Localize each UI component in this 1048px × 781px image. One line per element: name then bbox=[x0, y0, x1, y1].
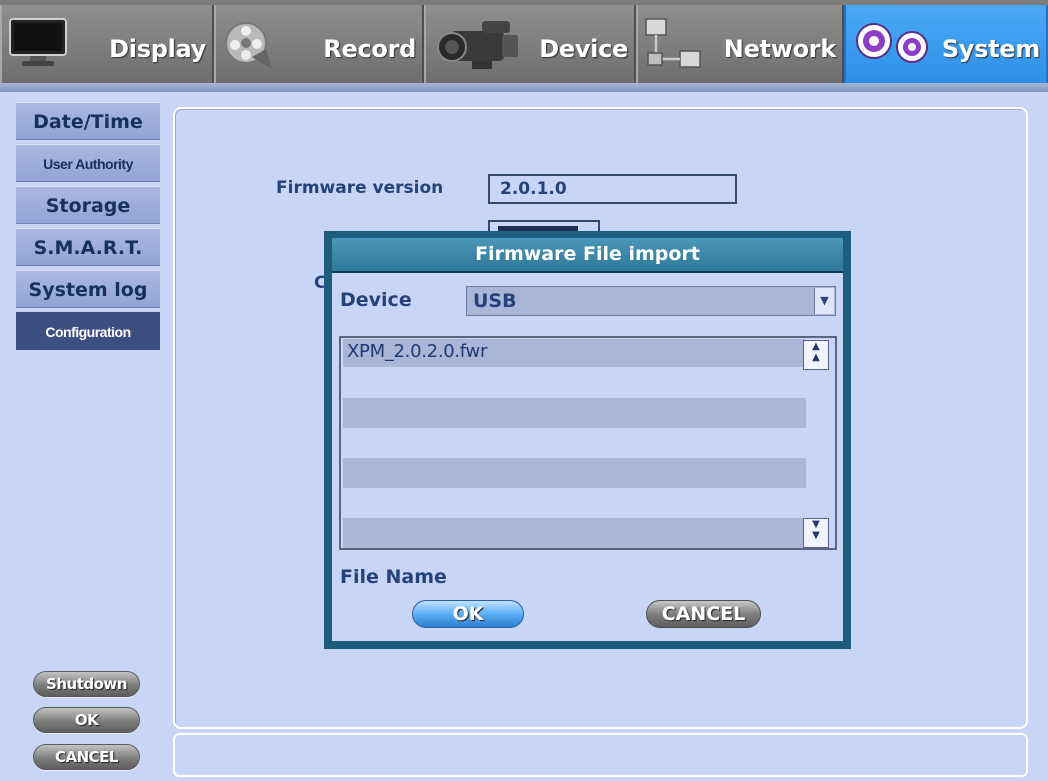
sidebar-item-user-authority[interactable]: User Authority bbox=[16, 144, 160, 182]
status-bar bbox=[173, 733, 1028, 777]
tab-display-label: Display bbox=[109, 35, 206, 63]
firmware-import-dialog: Firmware File import Device USB ▼ XPM_2.… bbox=[324, 231, 851, 649]
scroll-up-button[interactable]: ▲ ▲ bbox=[803, 340, 829, 370]
tab-device[interactable]: Device bbox=[424, 5, 636, 83]
file-list[interactable]: XPM_2.0.2.0.fwr ▲ ▲ ▼ ▼ bbox=[339, 336, 837, 550]
sidebar-item-storage[interactable]: Storage bbox=[16, 186, 160, 224]
sidebar-item-date-time[interactable]: Date/Time bbox=[16, 102, 160, 140]
film-reel-icon bbox=[222, 17, 276, 77]
dialog-title: Firmware File import bbox=[332, 238, 843, 273]
sidebar-item-configuration[interactable]: Configuration bbox=[16, 312, 160, 350]
tab-system[interactable]: System bbox=[844, 5, 1048, 83]
file-name-label: File Name bbox=[340, 566, 447, 588]
tab-system-label: System bbox=[941, 35, 1040, 63]
device-select-value: USB bbox=[473, 290, 517, 312]
sidebar-item-label: Storage bbox=[45, 195, 131, 217]
list-item[interactable] bbox=[343, 518, 806, 548]
tab-network-label: Network bbox=[723, 35, 837, 63]
sidebar-item-system-log[interactable]: System log bbox=[16, 270, 160, 308]
monitor-icon bbox=[8, 17, 68, 73]
list-item[interactable] bbox=[343, 458, 806, 488]
scroll-down-button[interactable]: ▼ ▼ bbox=[803, 518, 829, 548]
gears-icon bbox=[852, 19, 934, 71]
sidebar-item-label: System log bbox=[28, 279, 148, 301]
chevron-down-icon[interactable]: ▼ bbox=[814, 288, 834, 314]
list-item[interactable] bbox=[343, 398, 806, 428]
dialog-body: Device USB ▼ XPM_2.0.2.0.fwr ▲ ▲ ▼ ▼ Fil… bbox=[332, 273, 843, 641]
arrow-down-icon: ▼ bbox=[812, 519, 820, 530]
top-tab-bar: Display Record Device Network System bbox=[0, 0, 1048, 92]
tab-record-label: Record bbox=[323, 35, 416, 63]
tab-device-label: Device bbox=[539, 35, 628, 63]
sidebar-item-label: Date/Time bbox=[33, 111, 143, 133]
ok-button[interactable]: OK bbox=[33, 707, 140, 733]
sidebar-item-label: User Authority bbox=[43, 156, 133, 172]
network-icon bbox=[644, 17, 704, 79]
device-label: Device bbox=[340, 289, 412, 311]
sidebar-item-label: Configuration bbox=[45, 324, 131, 340]
firmware-version-field: 2.0.1.0 bbox=[488, 174, 737, 204]
page-up-icon: ▲ bbox=[812, 341, 820, 352]
sidebar-item-label: S.M.A.R.T. bbox=[33, 237, 143, 259]
firmware-version-label: Firmware version bbox=[276, 178, 444, 198]
shutdown-button[interactable]: Shutdown bbox=[33, 671, 140, 697]
camcorder-icon bbox=[432, 17, 522, 79]
file-name: XPM_2.0.2.0.fwr bbox=[347, 341, 488, 362]
tab-network[interactable]: Network bbox=[636, 5, 844, 83]
page-down-icon: ▼ bbox=[812, 530, 820, 541]
tab-bar-underline bbox=[0, 83, 1048, 92]
tab-display[interactable]: Display bbox=[0, 5, 214, 83]
arrow-up-icon: ▲ bbox=[812, 352, 820, 363]
sidebar-item-smart[interactable]: S.M.A.R.T. bbox=[16, 228, 160, 266]
tab-record[interactable]: Record bbox=[214, 5, 424, 83]
list-item[interactable]: XPM_2.0.2.0.fwr bbox=[343, 339, 806, 367]
device-select[interactable]: USB ▼ bbox=[466, 286, 836, 316]
cancel-button[interactable]: CANCEL bbox=[33, 744, 140, 770]
dialog-ok-button[interactable]: OK bbox=[412, 600, 524, 628]
dialog-cancel-button[interactable]: CANCEL bbox=[646, 600, 761, 628]
